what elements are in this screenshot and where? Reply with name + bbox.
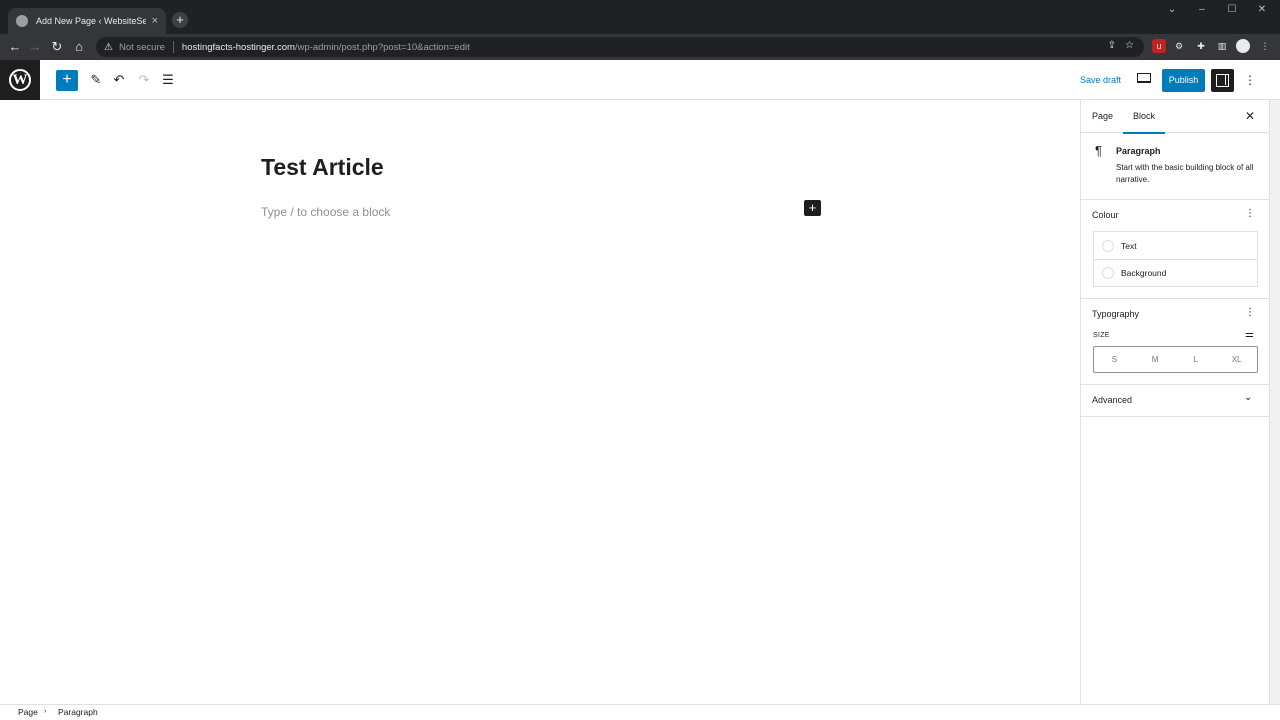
extension-icon[interactable]: ⚙ [1172,39,1186,53]
url-host: hostingfacts-hostinger.com [181,41,295,53]
add-block-button[interactable]: + [804,200,821,216]
warning-icon: ⚠ [104,41,113,53]
block-name: Paragraph [1116,146,1161,156]
breadcrumb-page[interactable]: Page [18,707,38,717]
editor-canvas: Test Article Type / to choose a block + [0,100,1080,704]
chevron-down-icon[interactable]: ⌄ [1158,0,1186,20]
star-icon[interactable]: ☆ [1125,40,1134,51]
chevron-down-icon[interactable]: ⌄ [1244,392,1252,403]
browser-toolbar: ← → ↻ ⌂ ⚠ Not secure hostingfacts-hostin… [0,34,1280,60]
block-description: Start with the basic building block of a… [1116,163,1254,184]
redo-icon[interactable]: ↷ [136,72,152,88]
editor-header: W + ✎ ↶ ↷ ☰ Save draft Publish ⋮ [0,60,1280,100]
paragraph-placeholder[interactable]: Type / to choose a block [261,205,390,219]
address-bar[interactable]: ⚠ Not secure hostingfacts-hostinger.com … [96,37,1144,57]
tab-page[interactable]: Page [1092,100,1113,133]
swatch-icon [1102,239,1114,252]
breadcrumb-paragraph[interactable]: Paragraph [58,707,98,717]
desktop-preview-icon[interactable] [1137,73,1151,83]
size-label: SIZE [1093,332,1110,339]
sidepanel-icon[interactable]: ▥ [1215,39,1229,53]
profile-avatar[interactable] [1236,39,1250,53]
size-option-m[interactable]: M [1135,347,1176,372]
post-title[interactable]: Test Article [261,154,384,181]
browser-menu-icon[interactable]: ⋮ [1258,39,1272,53]
swatch-icon [1102,267,1114,279]
colour-panel-title: Colour [1092,210,1119,220]
block-inserter-button[interactable]: + [56,70,78,91]
favicon-icon [16,15,28,27]
colour-options-icon[interactable]: ⋮ [1245,208,1255,219]
colour-background-label: Background [1121,268,1167,278]
font-size-picker: S M L XL [1093,346,1258,373]
typography-panel-title: Typography [1092,309,1140,319]
address-separator [172,41,174,53]
more-vertical-icon[interactable]: ⋮ [1244,71,1256,89]
tab-close-icon[interactable]: × [152,15,158,27]
colour-text-item[interactable]: Text [1094,232,1257,259]
divider [1081,298,1270,299]
tab-block[interactable]: Block [1122,100,1166,134]
minimize-button[interactable]: – [1188,0,1216,20]
url-path: /wp-admin/post.php?post=10&action=edit [294,41,470,53]
wordpress-logo-icon[interactable]: W [0,60,40,100]
home-icon[interactable]: ⌂ [70,38,88,56]
close-icon[interactable]: ✕ [1245,109,1255,123]
new-tab-button[interactable]: + [172,12,188,28]
pencil-icon[interactable]: ✎ [88,72,104,88]
share-icon[interactable]: ⇪ [1108,40,1116,51]
size-option-xl[interactable]: XL [1216,347,1257,372]
ublock-icon[interactable]: u [1152,39,1166,53]
scrollbar[interactable] [1269,100,1280,704]
block-card: ¶ Paragraph Start with the basic buildin… [1081,133,1270,200]
pilcrow-icon: ¶ [1095,143,1102,158]
size-option-s[interactable]: S [1094,347,1135,372]
window-close-button[interactable]: ✕ [1248,0,1276,20]
list-view-icon[interactable]: ☰ [160,72,176,88]
save-draft-button[interactable]: Save draft [1080,75,1121,85]
typography-options-icon[interactable]: ⋮ [1245,307,1255,318]
settings-icon[interactable] [1211,69,1234,92]
reload-icon[interactable]: ↻ [48,38,66,56]
chevron-right-icon: › [44,708,47,715]
colour-background-item[interactable]: Background [1094,259,1257,286]
divider [1081,416,1270,417]
advanced-panel-title[interactable]: Advanced [1092,395,1132,405]
size-option-l[interactable]: L [1176,347,1217,372]
undo-icon[interactable]: ↶ [111,72,127,88]
publish-button[interactable]: Publish [1162,69,1205,92]
browser-tab[interactable]: Add New Page ‹ WebsiteSetup × [8,8,166,34]
sliders-icon[interactable]: ⚌ [1245,329,1254,340]
forward-icon[interactable]: → [26,38,44,56]
maximize-button[interactable]: ☐ [1218,0,1246,20]
back-icon[interactable]: ← [6,38,24,56]
tab-title: Add New Page ‹ WebsiteSetup [36,16,146,26]
block-breadcrumb: Page › Paragraph [0,704,1280,720]
puzzle-icon[interactable]: ✚ [1194,39,1208,53]
not-secure-label: Not secure [118,41,165,53]
sidebar-tabs: Page Block ✕ [1081,100,1270,134]
colour-text-label: Text [1121,240,1137,251]
colour-settings: Text Background [1093,231,1258,287]
divider [1081,384,1270,385]
settings-sidebar: Page Block ✕ ¶ Paragraph Start with the … [1080,100,1270,704]
browser-tabstrip: Add New Page ‹ WebsiteSetup × + ⌄ – ☐ ✕ [0,0,1280,34]
